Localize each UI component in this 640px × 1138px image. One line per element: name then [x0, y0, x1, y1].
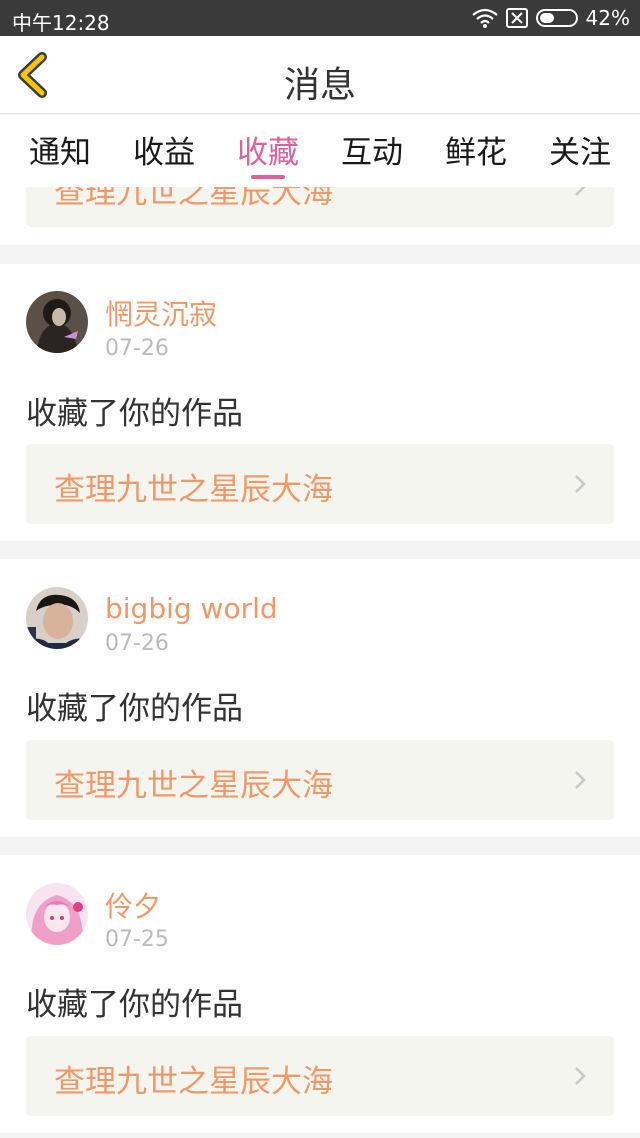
- work-link[interactable]: 查理九世之星辰大海: [26, 740, 614, 820]
- tab-earnings[interactable]: 收益: [112, 127, 216, 172]
- battery-percent: 42%: [585, 6, 630, 30]
- tab-interactions[interactable]: 互动: [320, 127, 424, 172]
- wifi-icon: [471, 8, 498, 28]
- nav-header: 消息: [0, 36, 640, 114]
- work-link[interactable]: 查理九世之星辰大海: [26, 1036, 614, 1116]
- tab-flowers[interactable]: 鲜花: [424, 127, 528, 172]
- list-item: bigbig world 07-26 收藏了你的作品 查理九世之星辰大海: [0, 559, 640, 837]
- favorites-feed: 查理九世之星辰大海 惘灵沉寂 07-26 收藏了你的作品 查理九世之星辰大海 b…: [0, 187, 640, 1138]
- tab-favorites[interactable]: 收藏: [216, 127, 320, 172]
- work-title: 查理九世之星辰大海: [54, 1064, 333, 1100]
- boy-photo-avatar[interactable]: [26, 587, 88, 649]
- battery-icon: [535, 9, 578, 27]
- user-name[interactable]: 伶夕: [105, 885, 161, 925]
- work-title: 查理九世之星辰大海: [54, 187, 333, 211]
- user-name[interactable]: bigbig world: [105, 592, 278, 625]
- work-title: 查理九世之星辰大海: [54, 768, 333, 804]
- tab-bar: 通知 收益 收藏 互动 鲜花 关注: [0, 115, 640, 187]
- date: 07-26: [105, 336, 169, 361]
- dark-hair-avatar[interactable]: [26, 291, 88, 353]
- tab-following[interactable]: 关注: [528, 127, 632, 172]
- list-item: 查理九世之星辰大海: [0, 187, 640, 245]
- work-link[interactable]: 查理九世之星辰大海: [26, 187, 614, 227]
- active-tab-indicator: [251, 175, 285, 179]
- action-text: 收藏了你的作品: [26, 396, 243, 432]
- sim-no-signal-icon: [505, 8, 528, 28]
- work-link[interactable]: 查理九世之星辰大海: [26, 444, 614, 524]
- chevron-right-icon: [575, 475, 586, 493]
- list-item: 惘灵沉寂 07-26 收藏了你的作品 查理九世之星辰大海: [0, 264, 640, 541]
- list-item: 伶夕 07-25 收藏了你的作品 查理九世之星辰大海: [0, 855, 640, 1133]
- date: 07-26: [105, 631, 169, 656]
- action-text: 收藏了你的作品: [26, 691, 243, 727]
- tab-notifications[interactable]: 通知: [8, 127, 112, 172]
- status-time: 中午12:28: [12, 11, 110, 35]
- chevron-right-icon: [575, 771, 586, 789]
- status-bar: 中午12:28 42%: [0, 0, 640, 36]
- page-title: 消息: [283, 65, 356, 106]
- pink-anime-avatar[interactable]: [26, 883, 88, 945]
- work-title: 查理九世之星辰大海: [54, 472, 333, 508]
- chevron-right-icon: [575, 187, 586, 196]
- user-name[interactable]: 惘灵沉寂: [105, 293, 217, 333]
- status-icons: 42%: [471, 6, 630, 30]
- chevron-right-icon: [575, 1067, 586, 1085]
- action-text: 收藏了你的作品: [26, 987, 243, 1023]
- date: 07-25: [105, 927, 169, 952]
